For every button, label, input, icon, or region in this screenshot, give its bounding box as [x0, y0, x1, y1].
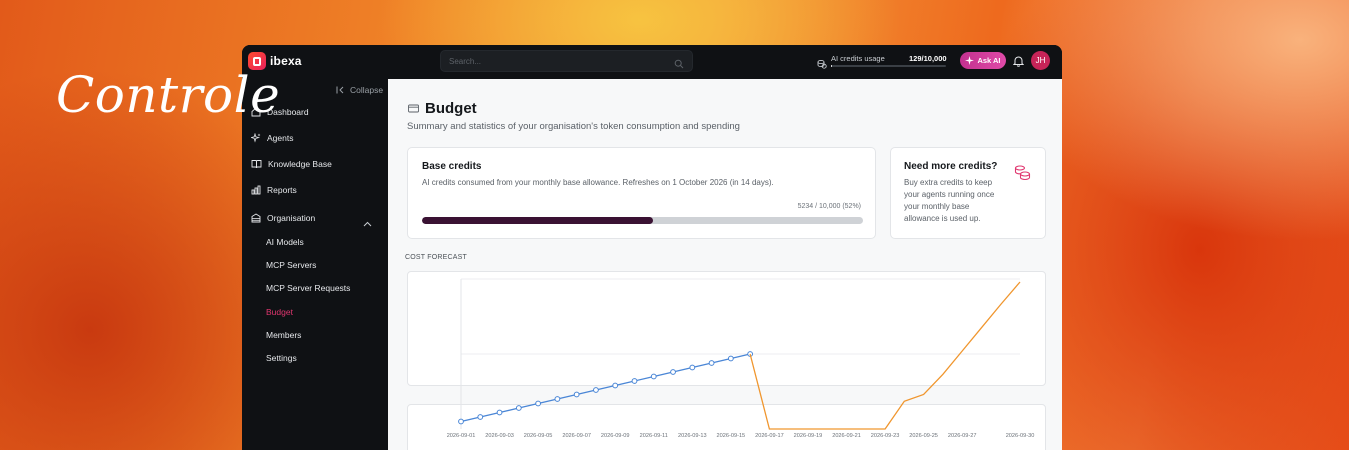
data-point [670, 369, 676, 375]
data-point [554, 396, 561, 402]
sidebar-subitem-mcp-servers[interactable]: MCP Servers [266, 260, 316, 270]
notifications-bell-icon[interactable] [1012, 54, 1025, 72]
user-avatar[interactable]: JH [1031, 51, 1050, 70]
book-icon [251, 160, 262, 169]
data-point [573, 391, 580, 398]
sidebar-subitem-budget[interactable]: Budget [266, 307, 293, 317]
x-tick-label: 2026-09-17 [755, 433, 784, 439]
x-tick-label: 2026-09-05 [524, 433, 553, 439]
sidebar-item-knowledge-base[interactable]: Knowledge Base [251, 159, 332, 169]
x-tick-label: 2026-09-07 [562, 433, 591, 439]
x-tick-label: 2026-09-01 [447, 433, 476, 439]
sidebar-item-label: Knowledge Base [268, 159, 332, 169]
sidebar-item-agents[interactable]: Agents [251, 133, 293, 143]
sparkle-icon [965, 56, 975, 65]
sidebar-subitem-mcp-server-requests[interactable]: MCP Server Requests [266, 283, 350, 293]
sidebar-item-label: Organisation [267, 213, 316, 223]
x-tick-label: 2026-09-30 [1006, 433, 1035, 439]
x-tick-label: 2026-09-19 [794, 433, 823, 439]
sidebar-subitem-ai-models[interactable]: AI Models [266, 237, 304, 247]
search-icon[interactable] [674, 56, 684, 74]
x-tick-label: 2026-09-23 [871, 433, 900, 439]
sidebar-subitem-settings[interactable]: Settings [266, 353, 297, 363]
building-icon [251, 213, 261, 223]
data-point [631, 378, 638, 384]
sidebar-subitem-members[interactable]: Members [266, 330, 301, 340]
sidebar-item-label: Reports [267, 185, 297, 195]
data-point [727, 355, 734, 362]
credits-usage-value: 129/10,000 [909, 54, 947, 63]
sidebar-item-organisation[interactable]: Organisation [251, 213, 315, 223]
chevron-up-icon[interactable] [363, 214, 372, 232]
hero-title: Controle [56, 66, 281, 124]
credits-usage-fill [831, 65, 833, 67]
series-line-1 [749, 281, 1021, 430]
cost-forecast-chart: 2026-09-01 2026-09-03 2026-09-05 2026-09-07… [447, 278, 1035, 439]
data-point [708, 360, 715, 366]
x-tick-label: 2026-09-25 [909, 433, 938, 439]
data-point [689, 364, 696, 371]
ask-ai-button[interactable]: Ask AI [960, 52, 1006, 69]
series-line-0 [460, 353, 751, 423]
sidebar: Collapse Dashboard Agents Knowledge Base… [242, 79, 388, 450]
sparkles-icon [251, 133, 261, 143]
x-tick-label: 2026-09-13 [678, 433, 707, 439]
collapse-icon [336, 86, 344, 94]
data-point [458, 418, 464, 425]
x-tick-label: 2026-09-21 [832, 433, 861, 439]
search-box[interactable] [440, 50, 693, 72]
data-point [593, 387, 599, 393]
x-tick-label: 2026-09-15 [717, 433, 746, 439]
x-tick-label: 2026-09-09 [601, 433, 630, 439]
sidebar-item-reports[interactable]: Reports [251, 185, 297, 195]
data-point [612, 382, 619, 389]
x-tick-label: 2026-09-11 [640, 433, 668, 439]
x-tick-label: 2026-09-03 [485, 433, 514, 439]
ask-ai-label: Ask AI [977, 56, 1001, 65]
search-input[interactable] [449, 55, 649, 68]
data-point [496, 409, 503, 416]
data-point [535, 400, 542, 407]
data-point [650, 373, 657, 380]
data-point [515, 405, 522, 411]
main-content: Budget Summary and statistics of your or… [388, 79, 1062, 450]
top-bar: ibexa AI credits usage 129/10,000 Ask AI… [242, 45, 1062, 79]
credits-icon [817, 56, 827, 74]
data-point [477, 414, 484, 420]
app-window: ibexa AI credits usage 129/10,000 Ask AI… [242, 45, 1062, 450]
credits-usage-bar [831, 65, 946, 67]
bar-chart-icon [251, 185, 261, 195]
credits-usage-label: AI credits usage [831, 54, 885, 63]
sidebar-item-label: Agents [267, 133, 294, 143]
x-tick-label: 2026-09-27 [948, 433, 977, 439]
collapse-button[interactable]: Collapse [336, 85, 383, 95]
collapse-label: Collapse [350, 85, 384, 95]
